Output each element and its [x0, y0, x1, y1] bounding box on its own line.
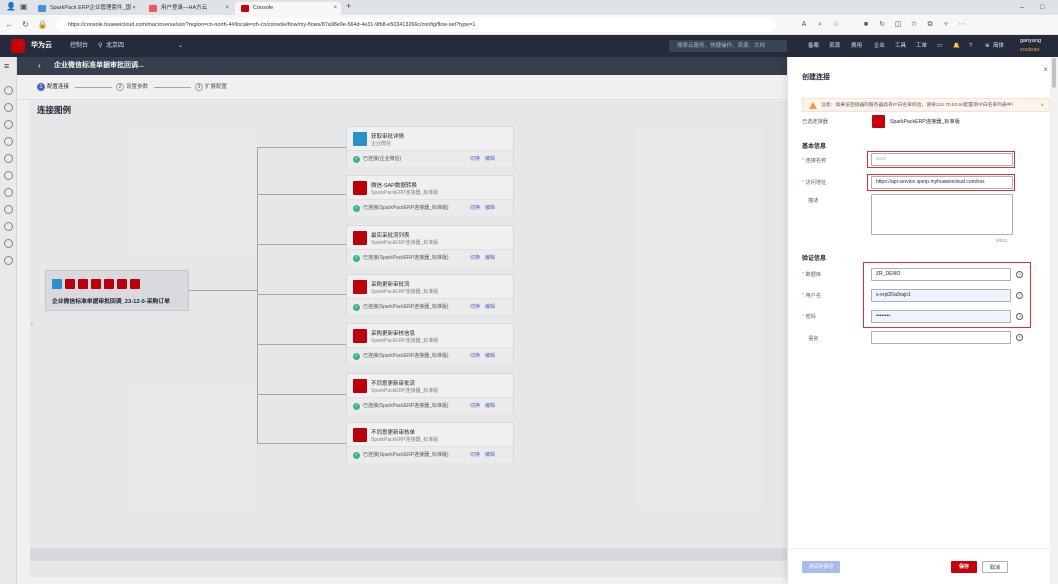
- database-label: * 数据库: [802, 272, 822, 278]
- connector-value: SparkPackERP连接器_标准版: [890, 119, 960, 125]
- collections-icon[interactable]: ⧉: [924, 18, 936, 31]
- username-label-text: 用户名: [805, 293, 822, 299]
- more-menu-icon[interactable]: ⋯: [956, 18, 968, 31]
- create-connection-drawer: 创建连接 × 注意：如果该连接器的服务器具有IP白名单校验，请将124.70.8…: [787, 57, 1058, 584]
- password-label: * 密码: [802, 314, 816, 320]
- extension-icon[interactable]: ■: [860, 18, 872, 31]
- access-url-input[interactable]: https://api-service.sperp.myhuaweicloud.…: [871, 176, 1013, 189]
- language-label: 语言: [808, 336, 819, 342]
- conn-name-input[interactable]: xxxx: [871, 153, 1013, 166]
- access-url-label-text: 访问地址: [805, 180, 827, 186]
- maximize-button[interactable]: □: [1040, 0, 1044, 15]
- conn-name-label: * 连接名称: [802, 158, 827, 164]
- warning-text: 注意：如果该连接器的服务器具有IP白名单校验，请将124.70.83.64配置到…: [821, 103, 1017, 108]
- favorites-icon[interactable]: ✩: [908, 18, 920, 31]
- help-circle-icon[interactable]: ?: [1016, 292, 1023, 299]
- header-link-0[interactable]: 备案: [808, 35, 819, 57]
- header-search-input[interactable]: 搜索云服务、快捷操作、资源、文档: [669, 40, 787, 52]
- help-circle-icon[interactable]: ?: [1016, 271, 1023, 278]
- description-label: 描述: [808, 198, 819, 204]
- basic-info-section: 基本信息: [802, 144, 827, 150]
- minimize-button[interactable]: –: [1020, 0, 1024, 15]
- help-circle-icon[interactable]: ?: [1016, 334, 1023, 341]
- screen-icon[interactable]: ▭: [937, 35, 942, 57]
- password-input[interactable]: ••••••••: [871, 310, 1011, 323]
- url-input[interactable]: https://console.huaweicloud.com/macrover…: [56, 18, 776, 32]
- language-selector[interactable]: 简体: [993, 35, 1004, 57]
- browser-address-bar: ← ↻ 🔒 https://console.huaweicloud.com/ma…: [0, 15, 1058, 35]
- zoom-icon[interactable]: ⌕: [814, 18, 826, 31]
- refresh-ext-icon[interactable]: ↻: [876, 18, 888, 31]
- auth-info-section: 验证信息: [802, 256, 827, 262]
- drawer-footer: 测试并保存 保存 取消: [788, 548, 1058, 584]
- back-arrow-icon[interactable]: ←: [3, 18, 16, 31]
- drawer-title: 创建连接: [802, 74, 830, 81]
- tab-label: SparkPack ERP企业管理套件_国 ×: [50, 5, 136, 11]
- description-counter: 0/512: [996, 238, 1008, 243]
- username-label: * 用户名: [802, 293, 822, 299]
- region-selector[interactable]: 北京四: [106, 35, 124, 57]
- console-link[interactable]: 控制台: [70, 35, 88, 57]
- conn-name-label-text: 连接名称: [805, 158, 827, 164]
- browser-tab-console[interactable]: Console ×: [235, 2, 341, 15]
- tab-favicon-icon: [38, 5, 46, 12]
- cancel-button[interactable]: 取消: [982, 561, 1008, 573]
- password-label-text: 密码: [805, 314, 816, 320]
- brand-name[interactable]: 华为云: [31, 35, 52, 57]
- header-link-3[interactable]: 企业: [874, 35, 885, 57]
- tab-actions-icon[interactable]: ▣: [20, 2, 28, 11]
- location-pin-icon: ⚲: [98, 43, 103, 49]
- tab-label: Console: [253, 5, 274, 11]
- database-label-text: 数据库: [805, 272, 822, 278]
- browser-tab-login[interactable]: 用户登录—HA方云 ×: [143, 2, 233, 15]
- chevron-down-icon[interactable]: ⌄: [178, 35, 183, 57]
- new-tab-button[interactable]: +: [346, 1, 351, 11]
- notification-bell-icon[interactable]: 🔔: [953, 35, 960, 57]
- help-icon[interactable]: ?: [969, 35, 972, 57]
- ip-whitelist-warning: 注意：如果该连接器的服务器具有IP白名单校验，请将124.70.83.64配置到…: [802, 98, 1050, 112]
- lock-icon[interactable]: 🔒: [36, 18, 49, 31]
- profile-icon[interactable]: 👤: [6, 2, 16, 11]
- modal-overlay[interactable]: [0, 57, 787, 584]
- language-input[interactable]: [871, 331, 1011, 344]
- tab-favicon-icon: [149, 5, 157, 12]
- close-icon[interactable]: ×: [1040, 99, 1044, 113]
- header-link-2[interactable]: 费用: [851, 35, 862, 57]
- console-header: 华为云 控制台 ⚲ 北京四 ⌄ 搜索云服务、快捷操作、资源、文档 备案 资源 费…: [0, 35, 1058, 57]
- close-icon[interactable]: ×: [333, 2, 337, 15]
- split-screen-icon[interactable]: ◫: [892, 18, 904, 31]
- copilot-icon[interactable]: ✧: [940, 18, 952, 31]
- page-scrollbar-thumb[interactable]: [1052, 58, 1056, 88]
- access-url-label: * 访问地址: [802, 180, 827, 186]
- header-link-4[interactable]: 工具: [895, 35, 906, 57]
- close-icon[interactable]: ×: [225, 2, 229, 15]
- sparkpack-logo-icon: [872, 115, 885, 128]
- globe-icon: ⊕: [985, 43, 990, 49]
- tab-label: 用户登录—HA方云: [161, 5, 208, 11]
- page-scrollbar[interactable]: [1050, 57, 1058, 584]
- header-link-5[interactable]: 工单: [916, 35, 927, 57]
- description-textarea[interactable]: [871, 194, 1013, 235]
- database-input[interactable]: ZR_DEMO: [871, 268, 1011, 281]
- connector-label: 已选连接器: [802, 119, 828, 125]
- username-input[interactable]: s-erpl20a9rajo1: [871, 289, 1011, 302]
- close-icon[interactable]: ×: [1043, 65, 1048, 74]
- read-aloud-icon[interactable]: A: [798, 18, 810, 31]
- favorite-star-icon[interactable]: ☆: [830, 18, 842, 31]
- save-button[interactable]: 保存: [951, 561, 977, 573]
- browser-tab-sparkpack[interactable]: SparkPack ERP企业管理套件_国 ×: [32, 2, 141, 15]
- header-link-1[interactable]: 资源: [829, 35, 840, 57]
- browser-tab-bar: 👤 ▣ SparkPack ERP企业管理套件_国 × 用户登录—HA方云 × …: [0, 0, 1058, 15]
- warning-triangle-icon: [809, 102, 817, 109]
- test-and-save-button[interactable]: 测试并保存: [802, 561, 840, 573]
- tab-favicon-icon: [241, 5, 249, 12]
- huawei-logo-icon[interactable]: [11, 39, 25, 53]
- help-circle-icon[interactable]: ?: [1016, 313, 1023, 320]
- reload-icon[interactable]: ↻: [19, 18, 32, 31]
